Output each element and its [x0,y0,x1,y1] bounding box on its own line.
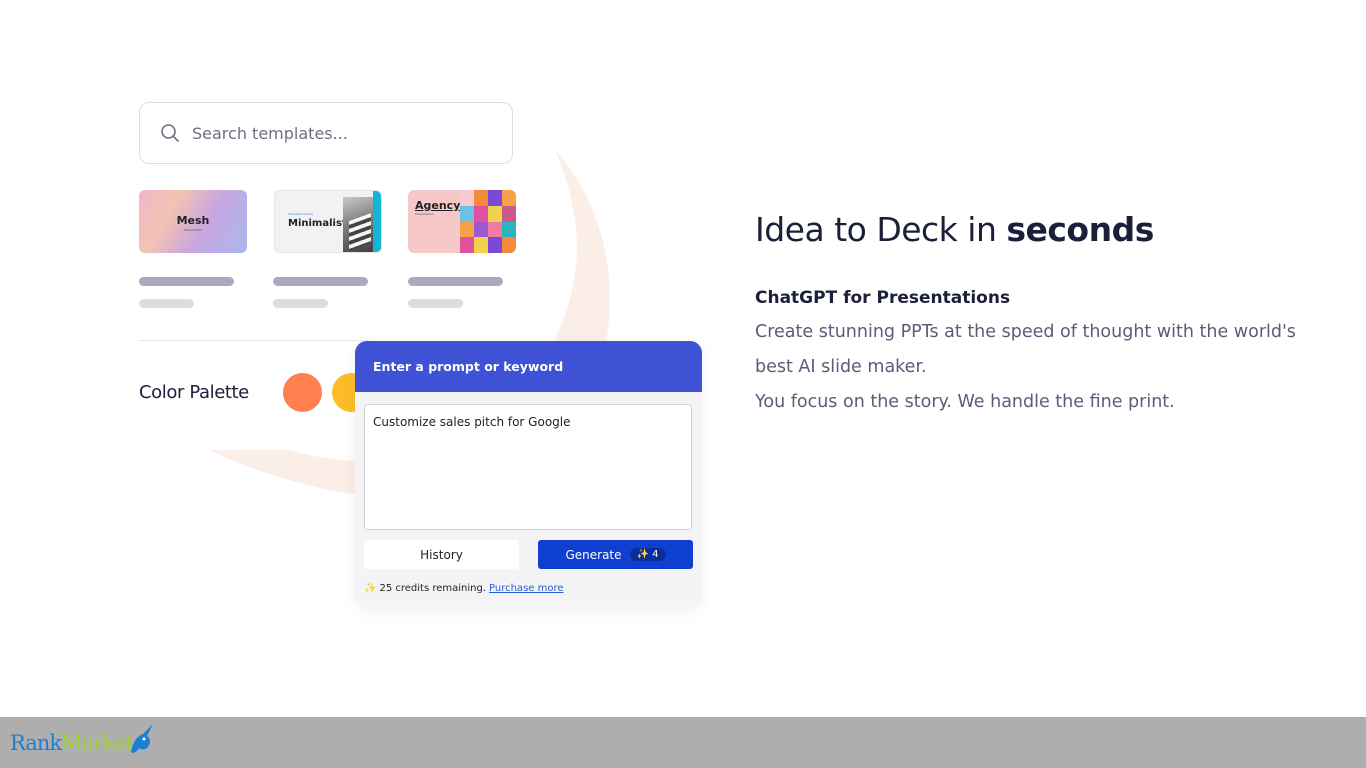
template-title: Agency [415,199,461,212]
skeleton-bar [273,277,368,286]
template-card-agency[interactable]: Agency Presentation [408,190,516,253]
hero-headline: Idea to Deck in seconds [755,210,1154,249]
template-subtitle: Template Library [288,212,314,216]
template-subtitle: Presentation [183,228,203,232]
skeleton-bar [139,277,234,286]
skeleton-bar [139,299,194,308]
footer-bar: Rank Market [0,717,1366,768]
template-card-minimalist[interactable]: Template Library Minimalist [274,190,382,253]
hero-subheading: ChatGPT for Presentations [755,288,1011,308]
prompt-textarea[interactable]: Customize sales pitch for Google [364,404,692,530]
hero-description-line: Create stunning PPTs at the speed of tho… [755,322,1296,342]
skeleton-bar [408,299,463,308]
unicorn-icon [130,724,153,753]
template-card-mesh[interactable]: Mesh Presentation [139,190,247,253]
template-title: Mesh [176,214,210,227]
search-icon [161,124,179,142]
headline-bold: seconds [1006,210,1154,249]
prompt-card: Enter a prompt or keyword Customize sale… [355,341,702,607]
skeleton-bar [273,299,328,308]
photo-collage [460,190,516,253]
prompt-card-header: Enter a prompt or keyword [355,341,702,392]
template-title: Minimalist [288,218,347,229]
logo-text-market: Market [61,731,134,755]
history-button[interactable]: History [364,540,519,569]
generate-button[interactable]: Generate ✨ 4 [538,540,693,569]
headline-prefix: Idea to Deck in [755,210,1007,249]
logo-text-rank: Rank [10,731,62,755]
credits-text: 25 credits remaining. [379,583,487,594]
credit-cost-badge: ✨ 4 [629,548,666,561]
hero-description-line: You focus on the story. We handle the fi… [755,392,1175,412]
search-input[interactable]: Search templates... [192,124,348,143]
sparkle-icon: ✨ [364,583,377,594]
color-palette-label: Color Palette [139,382,249,403]
generate-label: Generate [565,547,622,562]
purchase-more-link[interactable]: Purchase more [489,583,564,594]
skeleton-bar [408,277,503,286]
divider [139,340,369,341]
search-box[interactable]: Search templates... [139,102,513,164]
color-swatch-orange[interactable] [283,373,322,412]
credits-info: ✨ 25 credits remaining. Purchase more [364,583,564,594]
hero-description-line: best AI slide maker. [755,357,927,377]
template-subtitle: Presentation [415,212,434,216]
accent-stripe [373,191,381,252]
rankmarket-logo[interactable]: Rank Market [10,724,157,758]
